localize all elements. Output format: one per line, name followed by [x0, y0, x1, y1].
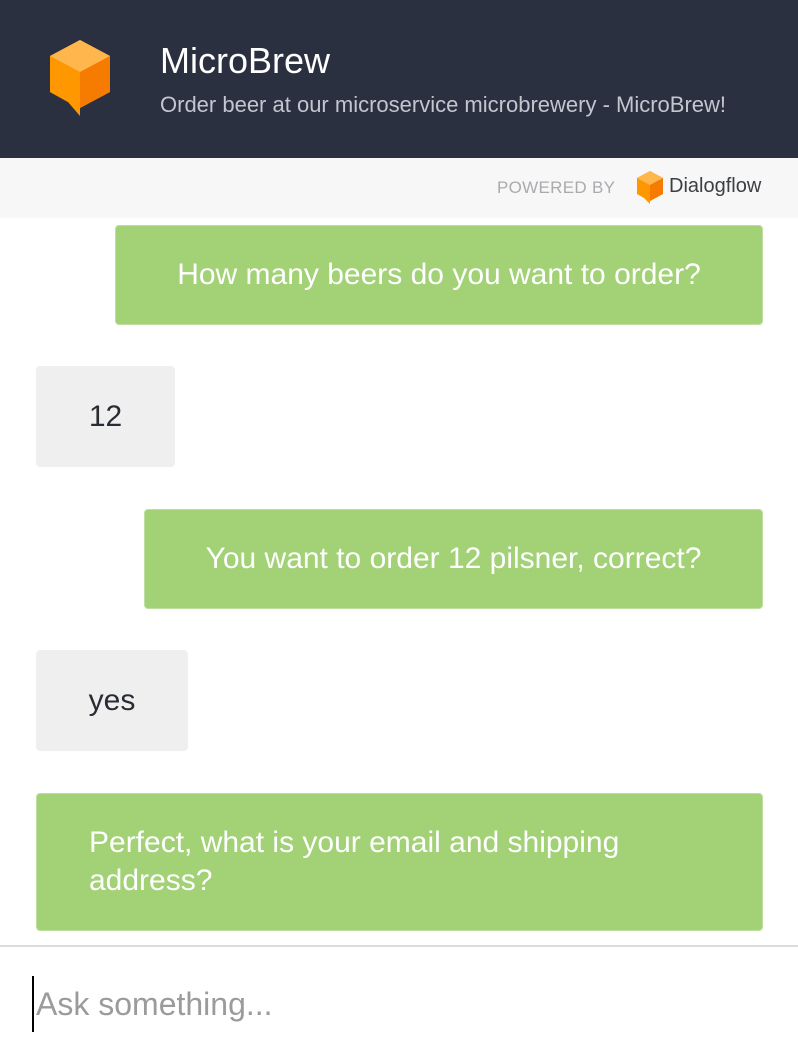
input-divider: [0, 945, 798, 947]
app-header: MicroBrew Order beer at our microservice…: [0, 0, 798, 158]
chat-input[interactable]: [32, 976, 762, 1032]
dialogflow-cube-icon: [50, 40, 110, 116]
bot-message: Perfect, what is your email and shipping…: [36, 793, 763, 931]
bot-message: How many beers do you want to order?: [115, 225, 763, 325]
user-message: 12: [36, 366, 175, 467]
bot-message: You want to order 12 pilsner, correct?: [144, 509, 763, 609]
page-title: MicroBrew: [160, 40, 331, 81]
user-message: yes: [36, 650, 188, 751]
dialogflow-link[interactable]: Dialogflow: [669, 175, 761, 198]
page-subtitle: Order beer at our microservice microbrew…: [160, 92, 727, 117]
powered-by-label: POWERED BY: [497, 178, 616, 197]
dialogflow-icon: [637, 171, 663, 204]
